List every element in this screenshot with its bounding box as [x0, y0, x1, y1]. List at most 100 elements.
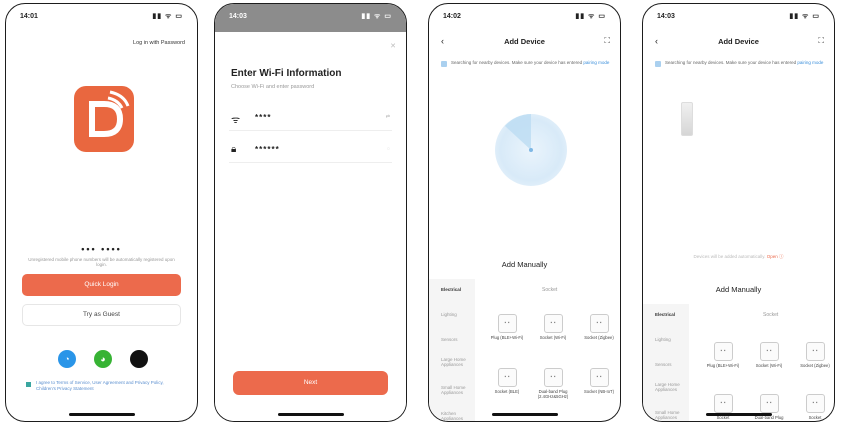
category-item[interactable]: Large Home Appliances	[643, 382, 681, 392]
tab-socket[interactable]: Socket	[763, 312, 778, 318]
device-tile[interactable]: ▪ ▪ Socket (NB-IoT)	[581, 368, 617, 394]
status-bar: 14:03 ▮▮ ᯤ ▭	[229, 12, 392, 24]
category-sidebar: Electrical Lighting Sensors Large Home A…	[429, 279, 475, 421]
device-tile[interactable]: ▪ ▪ Socket (Zigbee)	[581, 314, 617, 340]
registration-note: Unregistered mobile phone numbers will b…	[28, 257, 175, 267]
scan-icon[interactable]: ⛶	[604, 36, 610, 46]
socket-icon: ▪ ▪	[805, 342, 825, 361]
add-manually-heading: Add Manually	[715, 285, 762, 294]
pairing-mode-link[interactable]: pairing mode	[583, 60, 609, 65]
qq-icon[interactable]: ◔	[58, 350, 76, 368]
show-password-icon[interactable]: ◌	[387, 146, 390, 152]
search-hint: Searching for nearby devices. Make sure …	[441, 60, 610, 67]
status-icons: ▮▮ ᯤ ▭	[575, 13, 606, 20]
socket-icon: ▪ ▪	[543, 314, 563, 333]
device-label: Socket (Zigbee)	[584, 335, 614, 340]
device-label: Socket	[808, 415, 822, 420]
device-tile[interactable]: ▪ ▪ Socket	[705, 394, 741, 420]
checkbox-icon[interactable]	[26, 382, 31, 387]
tab-socket[interactable]: Socket	[542, 287, 557, 293]
socket-icon: ▪ ▪	[497, 314, 517, 333]
search-hint: Searching for nearby devices. Make sure …	[655, 60, 824, 67]
page-title: Add Device	[504, 37, 545, 46]
status-icons: ▮▮ ᯤ ▭	[152, 13, 183, 20]
home-indicator	[277, 413, 344, 416]
device-tile[interactable]: ▪ ▪ Dual-band Plug (2.4GHz&5GHz)	[535, 368, 571, 399]
status-time: 14:01	[20, 13, 38, 20]
try-as-guest-button[interactable]: Try as Guest	[22, 304, 181, 326]
category-item[interactable]: Large Home Appliances	[429, 357, 467, 367]
login-with-password-link[interactable]: Log in with Password	[133, 40, 185, 46]
socket-icon: ▪ ▪	[589, 368, 609, 387]
device-label: Plug (BLE+Wi-Fi)	[706, 363, 740, 368]
status-time: 14:03	[657, 13, 675, 20]
socket-icon: ▪ ▪	[497, 368, 517, 387]
auto-add-notice: Devices will be added automatically. Ope…	[643, 254, 834, 260]
found-device-thumbnail[interactable]	[681, 102, 693, 136]
close-icon[interactable]: ✕	[390, 42, 396, 50]
status-bar: 14:02 ▮▮ ᯤ ▭	[443, 12, 606, 24]
device-tile[interactable]: ▪ ▪ Socket (Wi-Fi)	[751, 342, 787, 368]
phone-add-device-scan: 14:02 ▮▮ ᯤ ▭ ‹ Add Device ⛶ Searching fo…	[428, 3, 621, 422]
socket-icon: ▪ ▪	[759, 342, 779, 361]
socket-icon: ▪ ▪	[713, 342, 733, 361]
category-sidebar: Electrical Lighting Sensors Large Home A…	[643, 304, 689, 421]
wifi-password-field[interactable]: 🔒︎ ****** ◌	[229, 142, 392, 163]
add-manually-heading: Add Manually	[501, 260, 548, 269]
scan-icon[interactable]: ⛶	[818, 36, 824, 46]
device-label: Socket (BLE)	[494, 389, 520, 394]
phone-number-display: ••• ••••	[81, 244, 122, 254]
category-item[interactable]: Lighting	[643, 337, 671, 342]
next-button[interactable]: Next	[233, 371, 388, 395]
socket-icon: ▪ ▪	[543, 368, 563, 387]
category-item[interactable]: Sensors	[643, 362, 672, 367]
auto-add-text: Devices will be added automatically.	[693, 254, 766, 259]
wifi-title: Enter Wi-Fi Information	[231, 68, 342, 79]
category-electrical[interactable]: Electrical	[643, 312, 675, 317]
status-icons: ▮▮ ᯤ ▭	[789, 13, 820, 20]
category-item[interactable]: Kitchen Appliances	[429, 411, 471, 421]
quick-login-button[interactable]: Quick Login	[22, 274, 181, 296]
device-tile[interactable]: ▪ ▪ Dual-band Plug	[751, 394, 787, 420]
device-label: Socket (Wi-Fi)	[539, 335, 567, 340]
category-item[interactable]: Sensors	[429, 337, 458, 342]
category-item[interactable]: Small Home Appliances	[429, 385, 471, 395]
device-tile[interactable]: ▪ ▪ Plug (BLE+Wi-Fi)	[489, 314, 525, 340]
pairing-mode-link[interactable]: pairing mode	[797, 60, 823, 65]
device-tile[interactable]: ▪ ▪ Socket (Wi-Fi)	[535, 314, 571, 340]
socket-icon: ▪ ▪	[713, 394, 733, 413]
home-indicator	[705, 413, 772, 416]
category-item[interactable]: Lighting	[429, 312, 457, 317]
category-electrical[interactable]: Electrical	[429, 287, 461, 292]
category-item[interactable]: Small Home Appliances	[643, 410, 685, 420]
home-indicator	[68, 413, 135, 416]
wifi-name-field[interactable]: ᯤ **** ⇄	[229, 110, 392, 131]
phone-login: 14:01 ▮▮ ᯤ ▭ Log in with Password ••• ••…	[5, 3, 198, 422]
device-label: Socket (Zigbee)	[800, 363, 830, 368]
device-tile[interactable]: ▪ ▪ Socket	[797, 394, 833, 420]
device-tile[interactable]: ▪ ▪ Plug (BLE+Wi-Fi)	[705, 342, 741, 368]
socket-icon: ▪ ▪	[805, 394, 825, 413]
search-hint-text: Searching for nearby devices. Make sure …	[451, 60, 583, 65]
wifi-icon: ᯤ	[231, 115, 241, 126]
status-bar: 14:03 ▮▮ ᯤ ▭	[657, 12, 820, 24]
device-label: Socket (Wi-Fi)	[755, 363, 783, 368]
device-label: Dual-band Plug (2.4GHz&5GHz)	[537, 389, 569, 399]
auto-add-link[interactable]: Open ⓘ	[767, 254, 784, 259]
apple-icon[interactable]	[130, 350, 148, 368]
logo-d-icon	[74, 86, 134, 152]
device-tile[interactable]: ▪ ▪ Socket (Zigbee)	[797, 342, 833, 368]
search-hint-text: Searching for nearby devices. Make sure …	[665, 60, 797, 65]
phone-add-device-found: 14:03 ▮▮ ᯤ ▭ ‹ Add Device ⛶ Searching fo…	[642, 3, 835, 422]
wechat-icon[interactable]: ◕	[94, 350, 112, 368]
bluetooth-icon	[655, 61, 661, 67]
socket-icon: ▪ ▪	[589, 314, 609, 333]
device-tile[interactable]: ▪ ▪ Socket (BLE)	[489, 368, 525, 394]
device-label: Socket (NB-IoT)	[583, 389, 615, 394]
bluetooth-icon	[441, 61, 447, 67]
status-time: 14:03	[229, 13, 247, 20]
wifi-subtitle: Choose Wi-Fi and enter password	[231, 84, 315, 90]
home-indicator	[491, 413, 558, 416]
switch-wifi-icon[interactable]: ⇄	[386, 114, 390, 120]
agreement-text[interactable]: I agree to Terms of Service, User Agreem…	[36, 380, 183, 392]
